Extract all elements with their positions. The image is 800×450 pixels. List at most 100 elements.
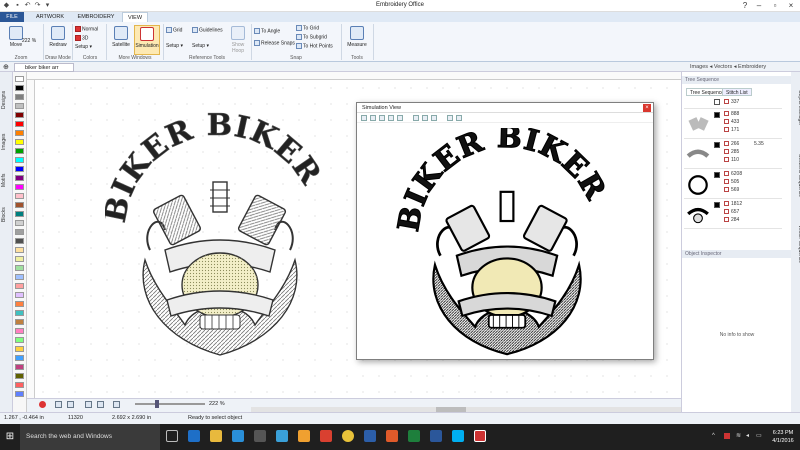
tab-blocks[interactable]: Blocks [1,200,12,230]
color-swatch[interactable] [15,121,24,127]
color-swatch[interactable] [15,130,24,136]
skype-icon[interactable] [452,430,464,442]
color-swatch[interactable] [15,238,24,244]
paint-icon[interactable] [447,115,453,121]
excel-icon[interactable] [408,430,420,442]
pan-icon[interactable] [97,401,104,408]
color-swatch[interactable] [15,310,24,316]
color-swatch[interactable] [15,220,24,226]
lighting-icon[interactable] [413,115,419,121]
color-swatch[interactable] [15,94,24,100]
zoom-value[interactable]: 222 % [22,38,36,45]
list-item[interactable]: 888 433 171 [684,109,782,139]
store-icon[interactable] [232,430,244,442]
wifi-icon[interactable]: ≋ [736,433,742,439]
vertical-ruler[interactable] [27,80,35,398]
zoom-100-icon[interactable] [388,115,394,121]
horizontal-ruler[interactable] [27,72,681,80]
app-icon[interactable] [386,430,398,442]
satellite-button[interactable]: Satellite [108,25,134,55]
undo-icon[interactable]: ↶ [24,2,31,9]
normal-color-option[interactable]: Normal [75,26,98,33]
volume-icon[interactable]: ◂ [746,433,752,439]
to-angle-button[interactable]: To Angle [254,28,280,35]
list-item[interactable]: 1812 657 284 [684,199,782,229]
tab-vector-sequence[interactable]: Vector Sequence [792,214,800,274]
color-swatch[interactable] [15,184,24,190]
app-icon[interactable] [276,430,288,442]
to-subgrid-button[interactable]: To Subgrid [296,34,327,41]
tab-artwork[interactable]: ARTWORK [30,12,70,22]
color-swatch[interactable] [15,85,24,91]
color-swatch[interactable] [15,157,24,163]
color-swatch[interactable] [15,265,24,271]
redraw-button[interactable]: Redraw [46,25,70,55]
background-icon[interactable] [431,115,437,121]
color-swatch[interactable] [15,328,24,334]
color-swatch[interactable] [15,202,24,208]
color-swatch[interactable] [15,319,24,325]
guidelines-setup-button[interactable]: Setup ▾ [192,43,209,50]
zoom-selection-icon[interactable] [397,115,403,121]
color-swatch[interactable] [15,274,24,280]
tab-embroidery[interactable]: EMBROIDERY [74,12,118,22]
guidelines-button[interactable]: Guidelines [192,27,223,34]
color-swatch[interactable] [15,337,24,343]
list-item[interactable]: 266 5.35 285 110 [684,139,782,169]
color-swatch[interactable] [15,391,24,397]
zoom-slider-handle[interactable] [155,400,159,408]
to-grid-button[interactable]: To Grid [296,25,319,32]
select-icon[interactable] [85,401,92,408]
color-swatch[interactable] [15,139,24,145]
zoom-level[interactable]: 222 % [209,401,225,407]
color-swatch[interactable] [15,364,24,370]
color-swatch[interactable] [15,301,24,307]
color-swatch[interactable] [15,76,24,82]
tab-file[interactable]: FILE [0,12,24,22]
list-item[interactable]: 6208 505 569 [684,169,782,199]
tray-chevron-icon[interactable]: ^ [712,433,718,439]
quick-access-dropdown-icon[interactable]: ▾ [44,2,51,9]
color-swatch[interactable] [15,373,24,379]
workspace-path[interactable]: Images ◂ Vectors ◂ Embroidery [690,63,766,71]
color-swatch[interactable] [15,148,24,154]
color-swatch[interactable] [15,112,24,118]
record-icon[interactable] [39,401,46,408]
zoom-out-icon[interactable] [370,115,376,121]
fabric-icon[interactable] [422,115,428,121]
list-item[interactable]: 337 [684,97,782,109]
to-hot-points-button[interactable]: To Hot Points [296,43,333,50]
tab-designs[interactable]: Designs [1,80,12,120]
tab-view[interactable]: VIEW [122,12,148,22]
word-icon[interactable] [430,430,442,442]
3d-color-option[interactable]: 3D [75,35,88,42]
tab-object-manager[interactable]: Object Manager [792,78,800,138]
show-hoop-button[interactable]: Show Hoop [228,25,248,55]
export-image-icon[interactable] [456,115,462,121]
zoom-fit-icon[interactable] [379,115,385,121]
embroidery-design[interactable]: BIKER BIKER [105,110,335,360]
close-button[interactable]: × [780,0,800,11]
fit-icon[interactable] [67,401,74,408]
color-swatch[interactable] [15,247,24,253]
zoom-in-icon[interactable] [361,115,367,121]
tab-motifs[interactable]: Motifs [1,164,12,196]
file-explorer-icon[interactable] [210,430,222,442]
tab-stitch-list[interactable]: Stitch List [722,88,752,96]
document-menu-icon[interactable]: ⊕ [3,63,9,71]
app-icon[interactable] [364,430,376,442]
color-swatch[interactable] [15,229,24,235]
color-swatch[interactable] [15,193,24,199]
color-swatch[interactable] [15,346,24,352]
color-swatch[interactable] [15,355,24,361]
measure-button[interactable]: Measure [344,25,370,55]
simulation-button[interactable]: Simulation [134,25,160,55]
color-swatch[interactable] [15,175,24,181]
colors-setup-button[interactable]: Setup ▾ [75,44,92,51]
tray-app-icon[interactable] [724,433,730,439]
embroidery-office-taskbar-icon[interactable] [474,430,486,442]
taskbar-search[interactable]: Search the web and Windows [20,424,160,450]
hand-icon[interactable] [113,401,120,408]
simulation-window-title[interactable]: Simulation View [357,103,653,113]
app-icon[interactable] [254,430,266,442]
